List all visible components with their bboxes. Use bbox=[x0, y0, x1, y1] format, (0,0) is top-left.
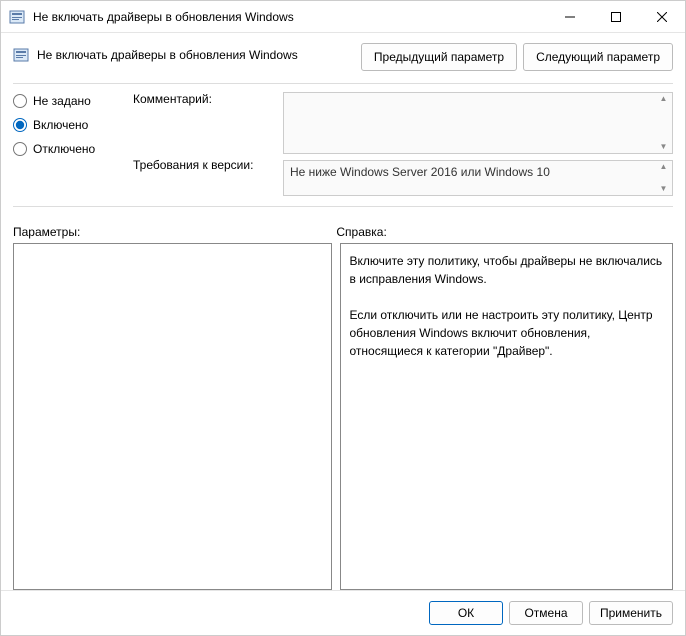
ok-button[interactable]: ОК bbox=[429, 601, 503, 625]
apply-button[interactable]: Применить bbox=[589, 601, 673, 625]
requirements-textarea[interactable]: Не ниже Windows Server 2016 или Windows … bbox=[283, 160, 673, 196]
radio-disabled[interactable]: Отключено bbox=[13, 142, 123, 156]
radio-not-configured[interactable]: Не задано bbox=[13, 94, 123, 108]
window-title: Не включать драйверы в обновления Window… bbox=[33, 10, 547, 24]
options-label: Параметры: bbox=[13, 225, 336, 239]
comment-label: Комментарий: bbox=[133, 92, 273, 106]
next-setting-button[interactable]: Следующий параметр bbox=[523, 43, 673, 71]
comment-scroll: ▲ ▼ bbox=[656, 94, 671, 152]
maximize-button[interactable] bbox=[593, 1, 639, 33]
scroll-up-icon[interactable]: ▲ bbox=[656, 162, 671, 172]
label-column: Комментарий: Требования к версии: bbox=[133, 92, 273, 196]
policy-title-wrap: Не включать драйверы в обновления Window… bbox=[13, 43, 361, 63]
cancel-button[interactable]: Отмена bbox=[509, 601, 583, 625]
scroll-down-icon[interactable]: ▼ bbox=[656, 142, 671, 152]
requirements-scroll: ▲ ▼ bbox=[656, 162, 671, 194]
separator bbox=[13, 83, 673, 84]
titlebar: Не включать драйверы в обновления Window… bbox=[1, 1, 685, 33]
separator-2 bbox=[13, 206, 673, 207]
config-row: Не задано Включено Отключено Комментарий… bbox=[13, 92, 673, 196]
policy-header: Не включать драйверы в обновления Window… bbox=[13, 43, 673, 71]
maximize-icon bbox=[611, 12, 621, 22]
help-text: Включите эту политику, чтобы драйверы не… bbox=[349, 254, 665, 358]
help-panel[interactable]: Включите эту политику, чтобы драйверы не… bbox=[340, 243, 673, 590]
content-area: Не включать драйверы в обновления Window… bbox=[1, 33, 685, 590]
radio-enabled-input[interactable] bbox=[13, 118, 27, 132]
window-controls bbox=[547, 1, 685, 32]
radio-not-configured-input[interactable] bbox=[13, 94, 27, 108]
requirements-label: Требования к версии: bbox=[133, 158, 273, 172]
radio-enabled[interactable]: Включено bbox=[13, 118, 123, 132]
radio-enabled-label: Включено bbox=[33, 118, 88, 132]
panels: Включите эту политику, чтобы драйверы не… bbox=[13, 243, 673, 590]
policy-icon bbox=[13, 47, 29, 63]
prev-setting-button[interactable]: Предыдущий параметр bbox=[361, 43, 517, 71]
policy-title: Не включать драйверы в обновления Window… bbox=[37, 48, 298, 62]
state-radio-group: Не задано Включено Отключено bbox=[13, 92, 123, 156]
radio-disabled-input[interactable] bbox=[13, 142, 27, 156]
nav-buttons: Предыдущий параметр Следующий параметр bbox=[361, 43, 673, 71]
scroll-up-icon[interactable]: ▲ bbox=[656, 94, 671, 104]
radio-column: Не задано Включено Отключено bbox=[13, 92, 123, 196]
help-label: Справка: bbox=[336, 225, 673, 239]
radio-not-configured-label: Не задано bbox=[33, 94, 91, 108]
close-icon bbox=[657, 12, 667, 22]
footer: ОК Отмена Применить bbox=[1, 590, 685, 635]
section-labels: Параметры: Справка: bbox=[13, 225, 673, 239]
field-column: ▲ ▼ Не ниже Windows Server 2016 или Wind… bbox=[283, 92, 673, 196]
gpo-policy-window: Не включать драйверы в обновления Window… bbox=[0, 0, 686, 636]
scroll-down-icon[interactable]: ▼ bbox=[656, 184, 671, 194]
close-button[interactable] bbox=[639, 1, 685, 33]
minimize-icon bbox=[565, 12, 575, 22]
policy-app-icon bbox=[9, 9, 25, 25]
radio-disabled-label: Отключено bbox=[33, 142, 95, 156]
comment-textarea[interactable]: ▲ ▼ bbox=[283, 92, 673, 154]
requirements-value: Не ниже Windows Server 2016 или Windows … bbox=[290, 165, 550, 179]
options-panel[interactable] bbox=[13, 243, 332, 590]
minimize-button[interactable] bbox=[547, 1, 593, 33]
